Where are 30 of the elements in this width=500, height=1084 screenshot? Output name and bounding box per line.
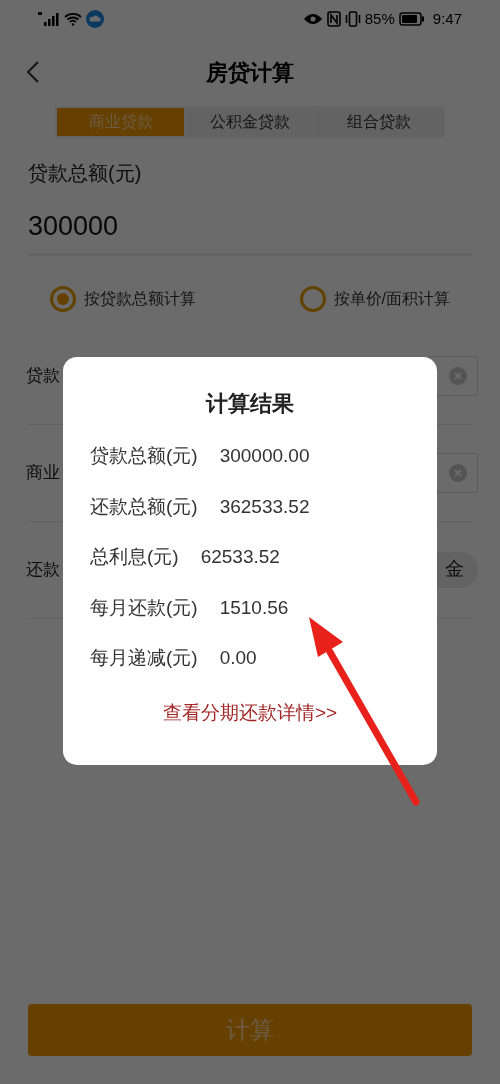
result-value: 1510.56 (219, 595, 289, 620)
result-value: 300000.00 (219, 444, 310, 468)
result-label: 每月还款(元) (90, 595, 198, 620)
status-time: 9:47 (432, 8, 462, 29)
page-title: 房贷计算 (206, 58, 294, 87)
result-label: 总利息(元) (90, 545, 179, 569)
loan-amount-field[interactable]: 300000 (28, 206, 472, 256)
result-label: 每月递减(元) (90, 646, 198, 670)
field-label: 还款 (26, 558, 60, 581)
field-label: 商业 (26, 461, 60, 484)
field-label: 贷款总额(元) (28, 161, 142, 186)
cellular-signal-icon (38, 12, 60, 26)
result-label: 还款总额(元) (90, 494, 198, 519)
result-value: 0.00 (219, 646, 257, 670)
field-label: 贷款 (26, 364, 60, 387)
vibrate-icon (344, 11, 361, 27)
result-value: 62533.52 (200, 545, 280, 569)
calc-mode-radio[interactable]: 按贷款总额计算 (50, 285, 196, 312)
installment-details-link[interactable]: 查看分期还款详情>> (162, 698, 338, 727)
dialog-title: 计算结果 (206, 390, 294, 418)
battery-icon (398, 12, 425, 26)
eye-icon (302, 12, 323, 26)
result-value: 362533.52 (219, 494, 310, 519)
nfc-icon (326, 11, 341, 27)
wifi-icon (64, 12, 82, 26)
battery-percent: 85% (364, 8, 395, 29)
calc-mode-radio[interactable]: 按单价/面积计算 (299, 285, 450, 312)
back-icon[interactable] (26, 60, 40, 84)
result-label: 贷款总额(元) (90, 444, 198, 468)
cloud-icon (86, 10, 104, 28)
